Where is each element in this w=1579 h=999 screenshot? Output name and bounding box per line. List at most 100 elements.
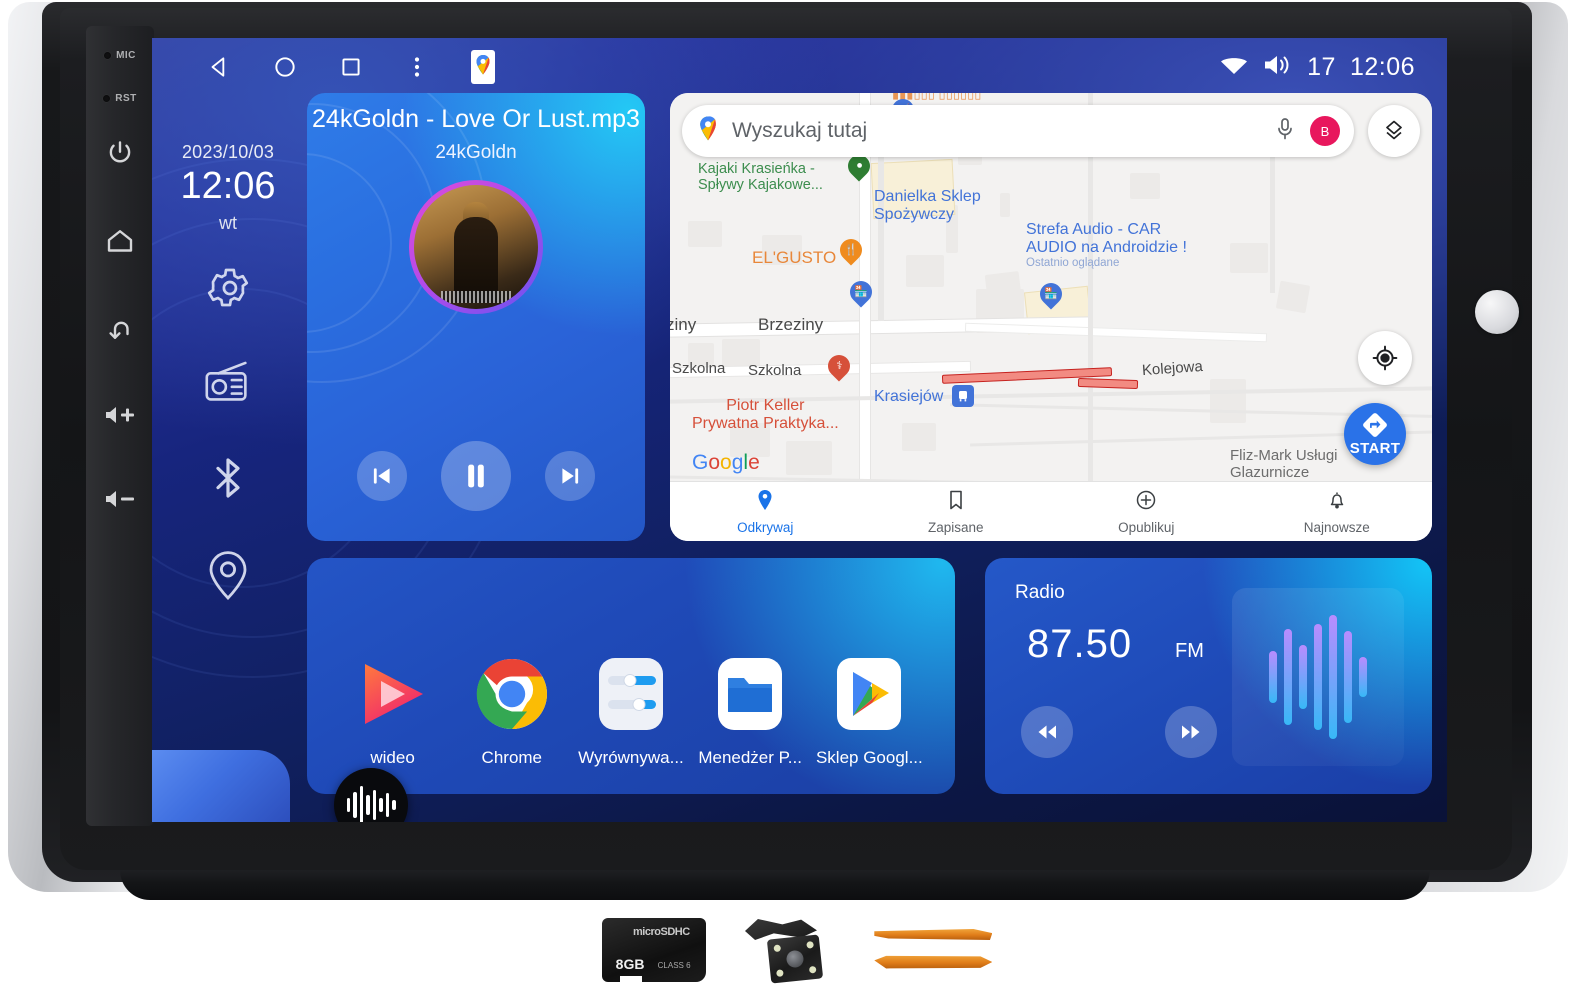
- track-title: 24kGoldn - Love Or Lust.mp3: [312, 105, 640, 133]
- google-wm-o2: o: [720, 451, 732, 474]
- system-nav-buttons: [152, 38, 516, 96]
- android-home-icon[interactable]: [252, 38, 318, 96]
- back-button[interactable]: [104, 314, 136, 344]
- app-chrome-label: Chrome: [481, 748, 543, 767]
- home-button[interactable]: [104, 226, 136, 256]
- station-krasiejow[interactable]: Krasiejów: [874, 388, 943, 406]
- map-tab-opublikuj-label: Opublikuj: [1118, 519, 1175, 535]
- radio-seek-up-button[interactable]: [1165, 706, 1217, 758]
- map-tab-zapisane[interactable]: Zapisane: [861, 489, 1052, 535]
- equalizer-icon: [591, 654, 671, 734]
- camera-body: [766, 934, 824, 984]
- map-building: [1210, 379, 1246, 423]
- poi-kajaki-line1: Kajaki Krasieńka -: [698, 161, 815, 177]
- app-sklep-google[interactable]: Sklep Googl...: [813, 654, 925, 768]
- android-recents-icon[interactable]: [318, 38, 384, 96]
- poi-keller-pin[interactable]: ⚕: [823, 350, 855, 383]
- status-right: 17 12:06: [1219, 52, 1447, 83]
- album-art-barcode: [441, 291, 511, 303]
- play-pause-button[interactable]: [441, 441, 511, 511]
- poi-strefa-line2: AUDIO na Androidzie !: [1026, 238, 1187, 256]
- android-more-icon[interactable]: [384, 38, 450, 96]
- app-sklep-google-label: Sklep Googl...: [815, 748, 923, 767]
- app-chrome[interactable]: Chrome: [456, 654, 568, 768]
- map-card[interactable]: ▮▮▮▯▯▯ ▯▯▯▯▯▯ Kajaki Krasieńka - Spływy …: [670, 93, 1432, 541]
- poi-strefa-pin[interactable]: 🏪: [1035, 278, 1067, 311]
- reset-pin[interactable]: RST: [103, 93, 137, 104]
- poi-kajaki[interactable]: Kajaki Krasieńka - Spływy Kajakowe...: [698, 161, 823, 193]
- map-tab-zapisane-label: Zapisane: [927, 519, 984, 535]
- map-layers-icon[interactable]: [1368, 105, 1420, 157]
- search-input[interactable]: Wyszukaj tutaj: [732, 119, 1274, 143]
- video-player-icon: [353, 654, 433, 734]
- google-wm-o1: o: [708, 451, 721, 474]
- map-tab-odkrywaj[interactable]: Odkrywaj: [670, 489, 861, 535]
- poi-danielka-line2: Spożywczy: [874, 205, 955, 223]
- microsd-class: CLASS 6: [657, 961, 691, 970]
- map-building: [1000, 193, 1010, 217]
- head-unit-screen: 17 12:06 2023/10/03 12:06 wt 24kGoldn - …: [152, 38, 1447, 822]
- my-location-icon[interactable]: [1358, 331, 1412, 385]
- settings-icon[interactable]: [204, 264, 252, 317]
- radio-icon[interactable]: [201, 359, 255, 412]
- google-wm-g2: g: [731, 451, 744, 474]
- start-navigation-button[interactable]: START: [1344, 403, 1406, 465]
- pry-tool-icon: [874, 929, 993, 940]
- map-tab-najnowsze-label: Najnowsze: [1303, 519, 1370, 535]
- poi-elgusto-pin[interactable]: 🍴: [835, 234, 867, 267]
- poi-fliz-line2: Glazurnicze: [1230, 463, 1310, 481]
- pry-tool-icon: [874, 955, 993, 969]
- map-building: [688, 221, 722, 247]
- map-tab-odkrywaj-label: Odkrywaj: [737, 519, 794, 535]
- station-krasiejow-icon[interactable]: [952, 385, 974, 407]
- poi-kajaki-pin[interactable]: ●: [843, 150, 875, 183]
- mic-pin: MIC: [104, 50, 136, 61]
- microphone-icon[interactable]: [1274, 116, 1296, 147]
- avatar[interactable]: B: [1310, 116, 1340, 146]
- microsd-logo: microSDHC: [633, 926, 690, 938]
- map-search-bar[interactable]: Wyszukaj tutaj B: [682, 105, 1354, 157]
- map-tab-opublikuj[interactable]: Opublikuj: [1051, 489, 1242, 535]
- radio-controls: [1021, 706, 1217, 758]
- next-track-button[interactable]: [545, 451, 595, 501]
- location-icon[interactable]: [205, 549, 251, 606]
- app-menedzer-plikow[interactable]: Menedżer P...: [694, 654, 806, 768]
- poi-fliz-mark[interactable]: Fliz-Mark Usługi Glazurnicze: [1230, 447, 1338, 482]
- bezel-knob[interactable]: [1475, 290, 1519, 334]
- camera-led: [808, 965, 817, 974]
- place-pin-icon: [756, 489, 774, 516]
- reset-pin-label: RST: [115, 93, 137, 104]
- app-wyrownywanie[interactable]: Wyrównywa...: [575, 654, 687, 768]
- poi-piotr-keller[interactable]: Piotr Keller Prywatna Praktyka...: [692, 397, 839, 433]
- album-art-image: [414, 185, 538, 309]
- music-player-card[interactable]: 24kGoldn - Love Or Lust.mp3 24kGoldn: [307, 93, 645, 541]
- bluetooth-icon[interactable]: [206, 454, 250, 507]
- assistant-pane: [152, 750, 290, 822]
- radio-card[interactable]: Radio 87.50 FM: [985, 558, 1432, 794]
- map-shop-pin-1[interactable]: 🏪: [845, 276, 877, 309]
- power-button[interactable]: [105, 138, 135, 168]
- google-wm-e: e: [748, 451, 760, 474]
- maps-shortcut-icon[interactable]: [450, 38, 516, 96]
- poi-danielka-line1: Danielka Sklep: [874, 188, 981, 205]
- sidebar-weekday: wt: [219, 213, 237, 233]
- map-route-highlight: [1077, 377, 1139, 390]
- pin-blue-shop: 🏪: [1035, 278, 1067, 310]
- map-tab-najnowsze[interactable]: Najnowsze: [1242, 489, 1433, 535]
- android-back-icon[interactable]: [186, 38, 252, 96]
- poi-strefa-audio[interactable]: Strefa Audio - CAR AUDIO na Androidzie !…: [1026, 221, 1187, 270]
- google-wm-g: G: [692, 451, 709, 474]
- previous-track-button[interactable]: [357, 451, 407, 501]
- map-canvas[interactable]: ▮▮▮▯▯▯ ▯▯▯▯▯▯ Kajaki Krasieńka - Spływy …: [670, 93, 1432, 541]
- radio-seek-down-button[interactable]: [1021, 706, 1073, 758]
- poi-danielka[interactable]: Danielka Sklep Spożywczy: [874, 188, 981, 224]
- camera-led: [776, 969, 784, 978]
- radio-title: Radio: [1015, 582, 1065, 603]
- poi-elgusto[interactable]: EL'GUSTO: [752, 248, 836, 267]
- poi-strefa-sub: Ostatnio oglądane: [1026, 256, 1120, 269]
- volume-down-button[interactable]: [103, 486, 137, 512]
- app-wideo[interactable]: wideo: [337, 654, 449, 768]
- volume-up-button[interactable]: [103, 402, 137, 428]
- reversing-camera: [743, 917, 835, 984]
- reset-pin-hole[interactable]: [103, 95, 111, 102]
